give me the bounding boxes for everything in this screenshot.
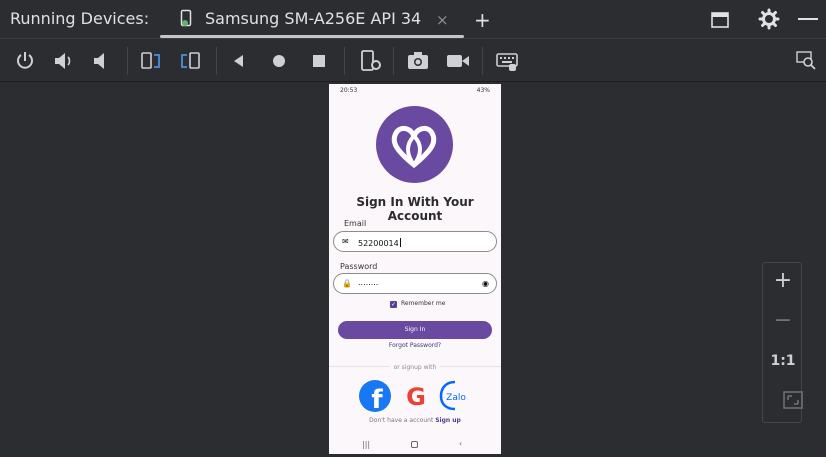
password-field[interactable]: 🔒 ........ ◉ (333, 273, 497, 294)
recents-nav-icon[interactable]: ||| (362, 440, 370, 449)
home-icon[interactable] (271, 53, 287, 69)
google-logo-icon: G (406, 383, 426, 411)
sign-in-button[interactable]: Sign In (338, 321, 492, 339)
device-tab[interactable]: Samsung SM-A256E API 34 × (160, 0, 465, 38)
facebook-letter: f (371, 385, 383, 412)
status-time: 20:53 (340, 87, 358, 94)
device-toolbar (0, 38, 826, 82)
facebook-icon[interactable]: f (359, 380, 391, 415)
google-icon[interactable]: G (400, 380, 432, 412)
logo-mark-icon (391, 126, 437, 169)
overview-icon[interactable] (311, 53, 327, 69)
home-nav-icon[interactable] (411, 441, 418, 448)
zoom-in-button[interactable]: + (763, 268, 803, 293)
running-devices-header: Running Devices: Samsung SM-A256E API 34… (0, 0, 826, 38)
signup-prompt: Don't have a account Sign up (329, 417, 501, 424)
password-value: ........ (358, 278, 379, 287)
email-value: 52200014 (358, 238, 401, 248)
toolbar-separator (344, 47, 345, 75)
check-icon: ✓ (390, 301, 397, 308)
google-letter: G (406, 383, 426, 411)
email-field[interactable]: ✉ 52200014 (333, 231, 497, 252)
back-nav-icon[interactable]: ‹ (459, 439, 462, 448)
zalo-icon[interactable]: Zalo (439, 380, 471, 412)
volume-up-icon[interactable] (52, 50, 76, 72)
phone-icon (180, 9, 192, 27)
phone-screen[interactable]: 20:53 43% Sign In With Your Account Emai… (329, 84, 501, 454)
back-icon[interactable] (231, 53, 247, 69)
restore-window-icon[interactable] (710, 10, 730, 30)
device-settings-icon[interactable] (359, 49, 383, 73)
status-battery: 43% (476, 87, 490, 94)
email-label: Email (344, 219, 367, 228)
toolbar-separator (127, 47, 128, 75)
camera-icon[interactable] (406, 50, 430, 72)
or-signup-with-label: or signup with (329, 364, 501, 371)
add-device-icon[interactable]: + (474, 8, 491, 32)
power-icon[interactable] (14, 50, 36, 72)
keyboard-icon[interactable] (495, 50, 519, 72)
zoom-controls: + − 1:1 (762, 262, 803, 423)
toolbar-separator (482, 47, 483, 75)
remember-me-label: Remember me (401, 300, 446, 307)
sign-up-link[interactable]: Sign up (435, 417, 461, 424)
facebook-logo-icon: f (359, 380, 391, 415)
video-icon[interactable] (445, 50, 471, 72)
status-bar: 20:53 43% (329, 84, 501, 96)
window-title: Running Devices: (10, 9, 150, 28)
close-icon[interactable]: × (436, 11, 449, 29)
eye-icon[interactable]: ◉ (482, 279, 489, 288)
device-tab-label: Samsung SM-A256E API 34 (205, 9, 422, 28)
password-label: Password (340, 262, 378, 271)
zalo-logo-icon: Zalo (439, 380, 466, 411)
zalo-text: Zalo (446, 393, 466, 403)
inspect-icon[interactable] (795, 50, 817, 70)
volume-down-icon[interactable] (91, 50, 113, 72)
lock-icon: 🔒 (342, 279, 352, 288)
minimize-icon[interactable] (798, 18, 818, 20)
forgot-password-link[interactable]: Forgot Password? (329, 342, 501, 349)
actual-size-button[interactable]: 1:1 (763, 353, 803, 369)
zoom-out-button[interactable]: − (763, 308, 803, 333)
fit-screen-icon[interactable] (773, 391, 813, 409)
toolbar-separator (216, 47, 217, 75)
rotate-left-icon[interactable] (139, 49, 163, 73)
android-nav-bar: ||| ‹ (329, 437, 501, 454)
signup-prompt-text: Don't have a account (369, 417, 434, 424)
toolbar-separator (393, 47, 394, 75)
app-logo (376, 106, 453, 183)
mail-icon: ✉ (342, 237, 349, 246)
text-cursor (399, 238, 401, 247)
remember-me-checkbox[interactable]: ✓ Remember me (390, 300, 445, 308)
gear-icon[interactable] (758, 8, 780, 30)
rotate-right-icon[interactable] (178, 49, 202, 73)
